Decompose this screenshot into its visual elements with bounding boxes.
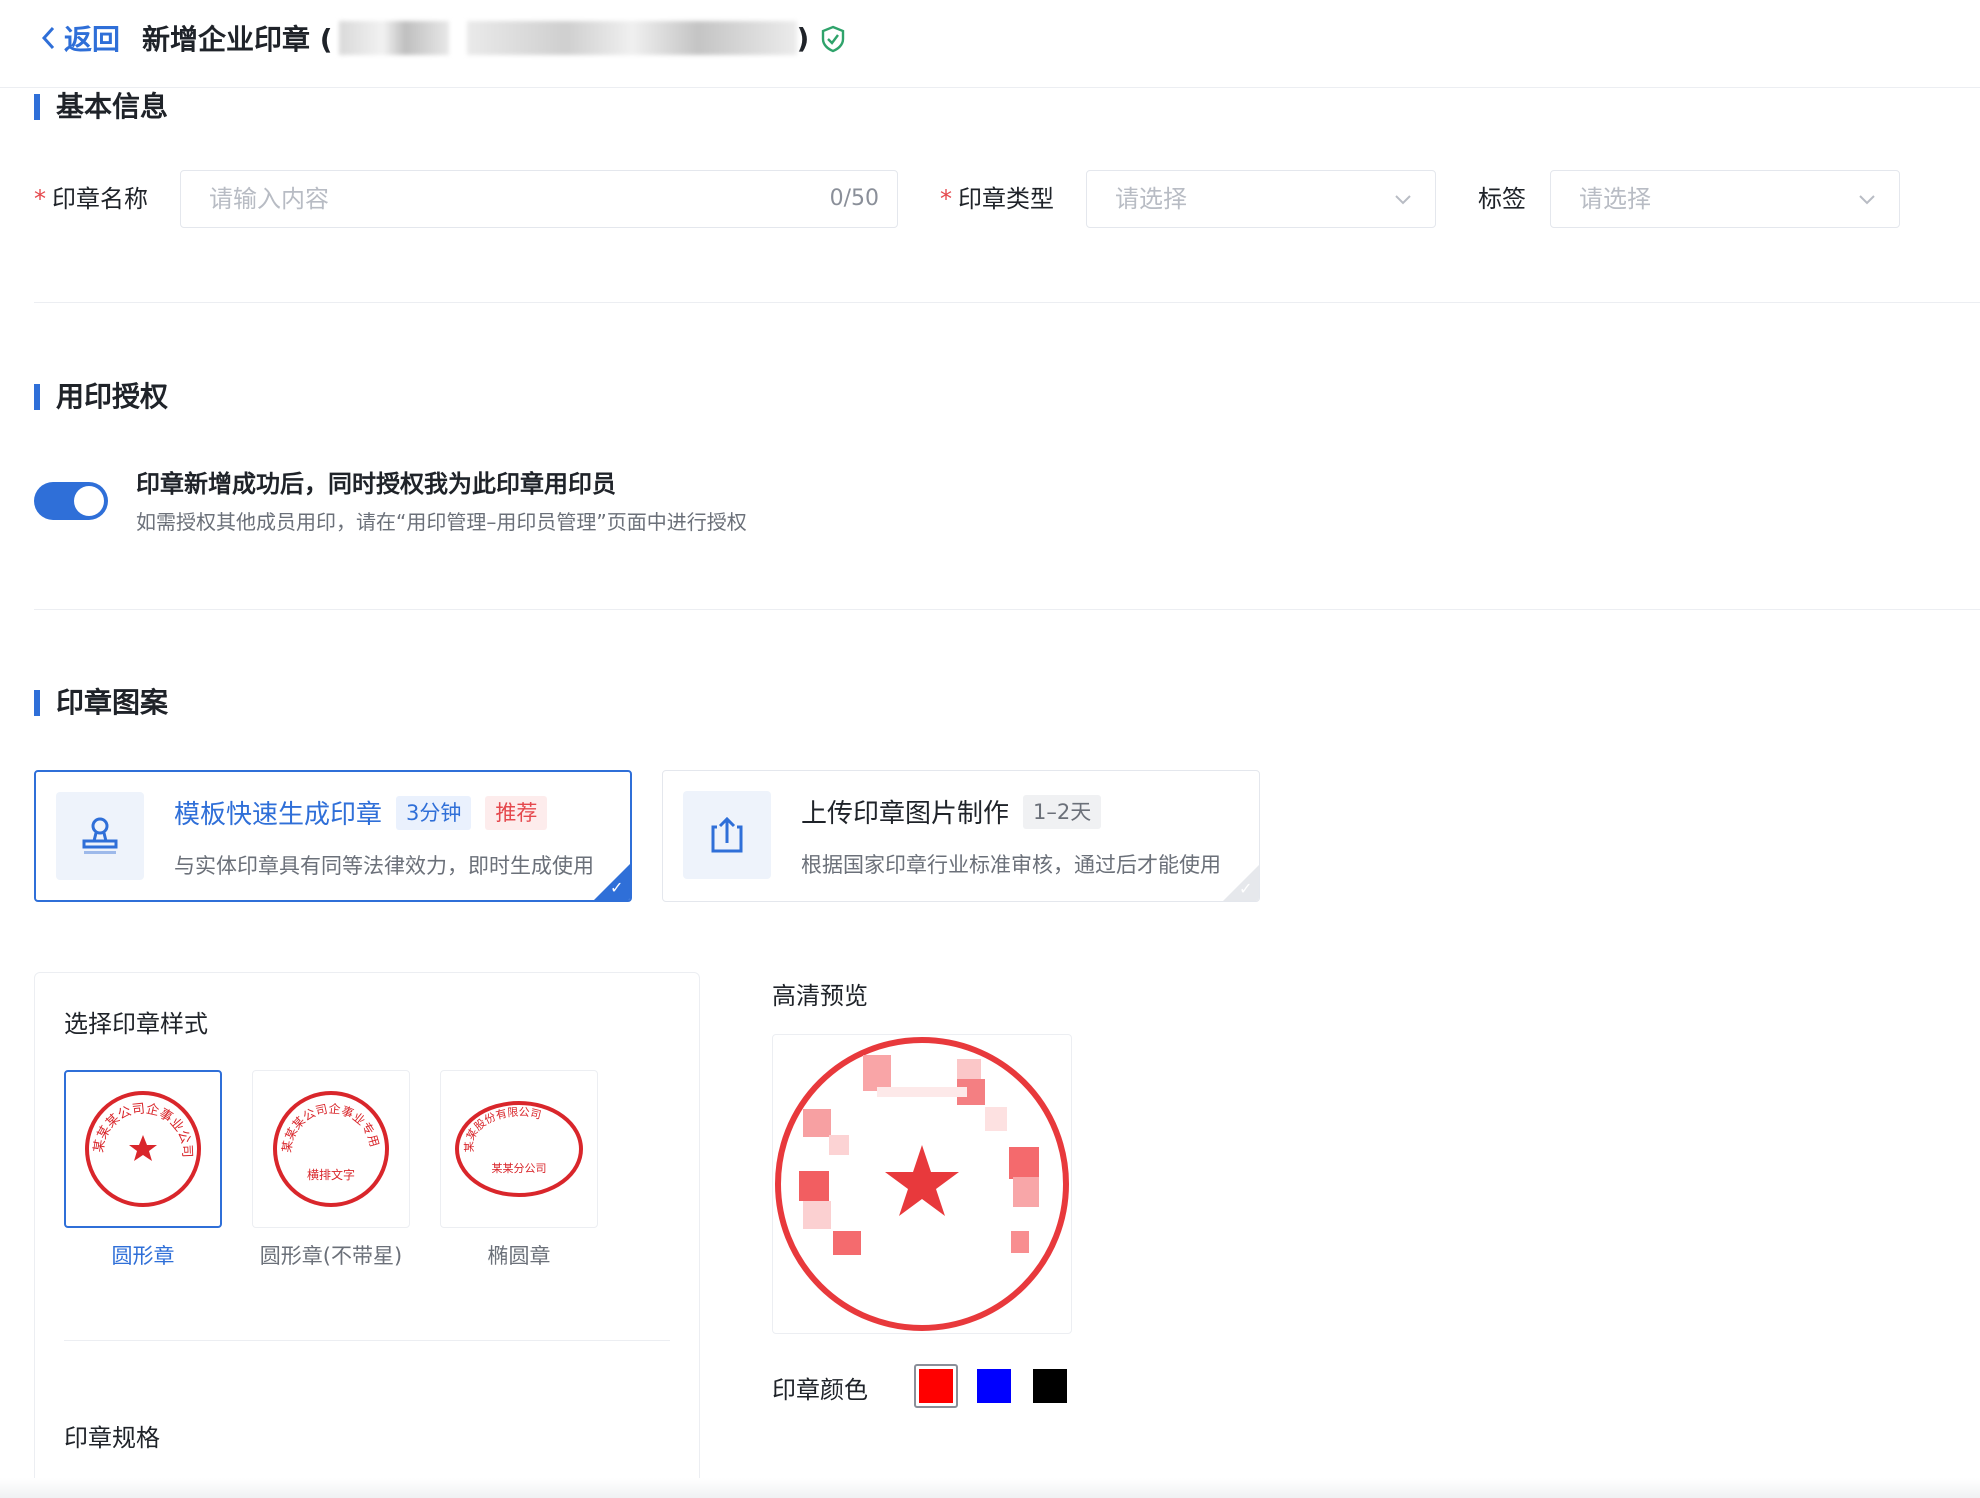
svg-text:某某股份有限公司: 某某股份有限公司: [463, 1106, 543, 1153]
seal-type-placeholder: 请选择: [1115, 185, 1187, 213]
toggle-knob: [74, 486, 104, 516]
seal-type-label: * 印章类型: [940, 170, 1054, 228]
upload-icon-box: [683, 791, 771, 879]
seal-preview-image: [775, 1037, 1069, 1331]
back-button[interactable]: 返回: [40, 20, 120, 56]
back-label: 返回: [64, 23, 121, 56]
unselected-corner: ✓: [1223, 865, 1259, 901]
required-mark: *: [34, 185, 46, 213]
redacted-org-name-1: [338, 21, 449, 55]
seal-name-label: * 印章名称: [34, 170, 148, 228]
tag-select[interactable]: 请选择: [1550, 170, 1900, 228]
mode-card-upload[interactable]: 上传印章图片制作 1–2天 根据国家印章行业标准审核，通过后才能使用 ✓: [662, 770, 1260, 902]
section-title-basic-info: 基本信息: [34, 90, 168, 124]
required-mark: *: [940, 185, 952, 213]
seal-style-title: 选择印章样式: [64, 1010, 208, 1038]
chevron-down-icon: [1859, 195, 1875, 205]
seal-horizontal-text: 横排文字: [307, 1167, 355, 1182]
seal-name-placeholder: 请输入内容: [209, 185, 329, 213]
panel-divider: [64, 1340, 670, 1341]
round-seal-no-star-thumbnail: 某某某公司企事业专用章 横排文字: [269, 1087, 389, 1207]
seal-horizontal-text: 某某分公司: [492, 1162, 547, 1175]
color-swatch-blue[interactable]: [972, 1364, 1016, 1408]
check-icon: ✓: [610, 878, 624, 897]
style-option-round[interactable]: 某某某公司企事业公司: [64, 1070, 222, 1228]
authorize-self-toggle[interactable]: [34, 482, 108, 520]
upload-icon: [711, 816, 743, 853]
seal-arc-text: 某某某公司企事业专用章: [269, 1087, 382, 1153]
style-option-oval[interactable]: 某某股份有限公司 某某分公司: [440, 1070, 598, 1228]
tag-placeholder: 请选择: [1579, 185, 1651, 213]
oval-seal-thumbnail: 某某股份有限公司 某某分公司: [455, 1101, 583, 1197]
mode-template-desc: 与实体印章具有同等法律效力，即时生成使用: [174, 854, 594, 878]
seal-spec-title: 印章规格: [64, 1424, 160, 1452]
page-title-suffix: ): [796, 21, 810, 55]
redacted-org-name-2: [466, 21, 797, 55]
color-swatch-red[interactable]: [914, 1364, 958, 1408]
mode-card-template[interactable]: 模板快速生成印章 3分钟 推荐 与实体印章具有同等法律效力，即时生成使用 ✓: [34, 770, 632, 902]
shield-check-icon: [821, 25, 845, 53]
stamp-icon: [82, 817, 118, 854]
seal-preview: [772, 1034, 1072, 1334]
section-title-authorization: 用印授权: [34, 380, 168, 414]
tag-label: 标签: [1478, 185, 1526, 213]
bottom-edge: [0, 1478, 1980, 1498]
style-option-round-no-star[interactable]: 某某某公司企事业专用章 横排文字: [252, 1070, 410, 1228]
authorize-hint-text: 如需授权其他成员用印，请在“用印管理–用印员管理”页面中进行授权: [136, 510, 747, 534]
seal-arc-text: 某某股份有限公司: [463, 1106, 543, 1153]
mode-upload-title-row: 上传印章图片制作 1–2天: [801, 793, 1102, 830]
seal-name-input[interactable]: 请输入内容 0/50: [180, 170, 898, 228]
time-tag: 3分钟: [396, 795, 472, 830]
chevron-left-icon: [41, 26, 55, 50]
selected-corner: ✓: [594, 864, 630, 900]
style-label-round: 圆形章: [111, 1244, 175, 1268]
preview-title: 高清预览: [772, 982, 868, 1010]
check-icon: ✓: [1239, 879, 1253, 898]
mode-upload-desc: 根据国家印章行业标准审核，通过后才能使用: [801, 853, 1221, 877]
svg-text:某某某公司企事业专用章: 某某某公司企事业专用章: [269, 1087, 382, 1153]
seal-type-label-text: 印章类型: [958, 185, 1054, 213]
section-divider: [34, 302, 1980, 303]
round-seal-thumbnail: 某某某公司企事业公司: [85, 1091, 201, 1207]
seal-name-char-count: 0/50: [829, 186, 879, 211]
style-label-round-no-star: 圆形章(不带星): [259, 1244, 403, 1268]
page-title-prefix: 新增企业印章 (: [142, 23, 333, 56]
recommend-tag: 推荐: [485, 795, 548, 830]
swatch-fill: [977, 1369, 1011, 1403]
mode-upload-title: 上传印章图片制作: [801, 799, 1010, 829]
top-bar: 返回 新增企业印章 ( ): [0, 0, 1980, 88]
seal-color-label: 印章颜色: [772, 1376, 868, 1404]
mode-template-title: 模板快速生成印章: [174, 800, 383, 830]
section-title-pattern: 印章图案: [34, 686, 168, 720]
section-divider: [34, 609, 1980, 610]
swatch-fill: [1033, 1369, 1067, 1403]
authorize-self-text: 印章新增成功后，同时授权我为此印章用印员: [136, 470, 616, 498]
swatch-fill: [919, 1369, 953, 1403]
time-tag: 1–2天: [1023, 794, 1102, 829]
color-swatch-black[interactable]: [1028, 1364, 1072, 1408]
stamp-icon-box: [56, 792, 144, 880]
page-title: 新增企业印章 ( ): [142, 18, 809, 58]
style-label-oval: 椭圆章: [487, 1244, 551, 1268]
mode-template-title-row: 模板快速生成印章 3分钟 推荐: [174, 794, 548, 831]
seal-type-select[interactable]: 请选择: [1086, 170, 1436, 228]
chevron-down-icon: [1395, 195, 1411, 205]
seal-name-label-text: 印章名称: [52, 185, 148, 213]
